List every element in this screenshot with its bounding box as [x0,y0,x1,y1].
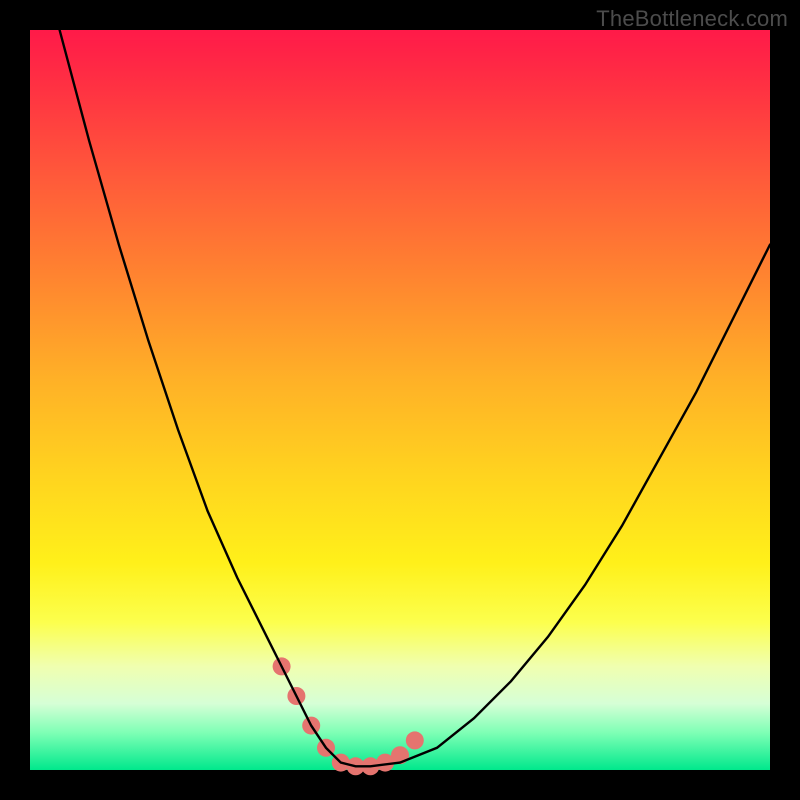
plot-area [30,30,770,770]
chart-frame: TheBottleneck.com [0,0,800,800]
curve-layer [30,30,770,770]
bottleneck-curve [60,30,770,766]
highlight-markers-group [273,657,424,775]
highlight-marker [406,731,424,749]
watermark-text: TheBottleneck.com [596,6,788,32]
